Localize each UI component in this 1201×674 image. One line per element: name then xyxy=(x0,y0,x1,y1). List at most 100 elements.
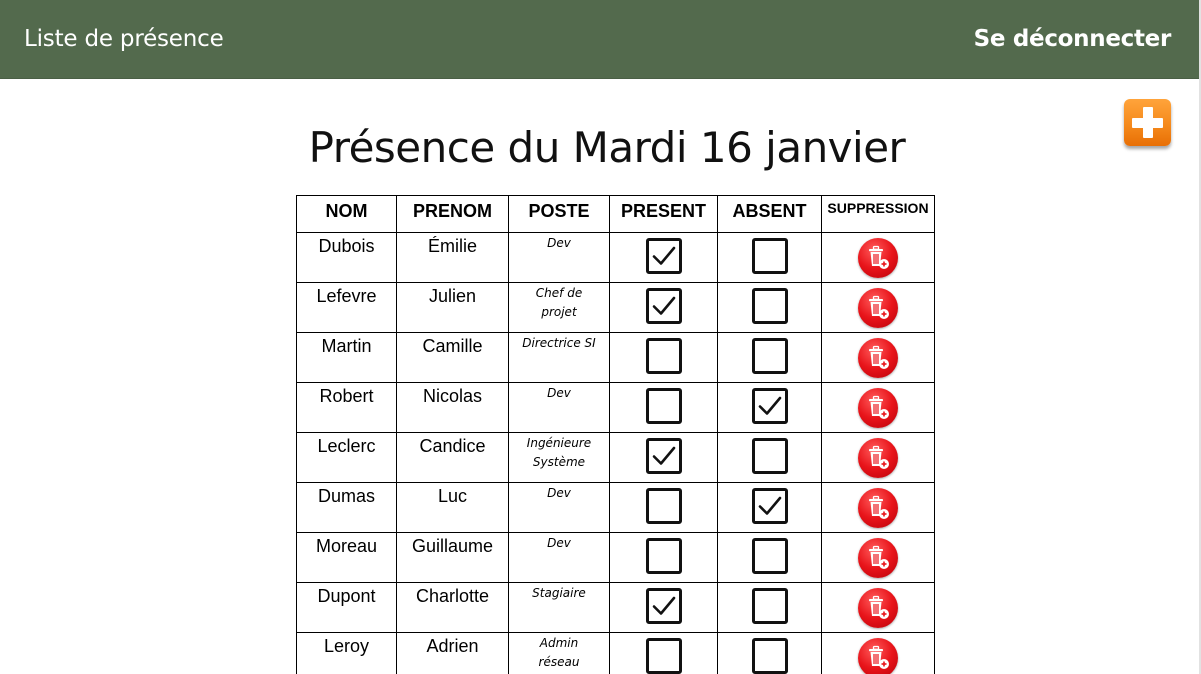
nom-text: Robert xyxy=(319,386,374,406)
cell-suppression xyxy=(821,332,935,383)
absent-checkbox[interactable] xyxy=(751,388,788,424)
cell-present xyxy=(609,582,718,633)
absent-checkbox[interactable] xyxy=(751,538,788,574)
delete-button[interactable] xyxy=(858,588,898,628)
cell-prenom: Candice xyxy=(396,432,509,483)
cell-nom: Robert xyxy=(296,382,397,433)
delete-button[interactable] xyxy=(858,638,898,674)
delete-button[interactable] xyxy=(858,338,898,378)
present-checkbox[interactable] xyxy=(645,338,682,374)
delete-button[interactable] xyxy=(858,438,898,478)
delete-button[interactable] xyxy=(858,538,898,578)
attendance-rows: Dubois Émilie Dev Lefevre Julien Chef de proje… xyxy=(296,232,935,674)
cell-prenom: Luc xyxy=(396,482,509,533)
present-checkbox[interactable] xyxy=(645,538,682,574)
present-checkbox[interactable] xyxy=(645,488,682,524)
cell-absent xyxy=(717,382,822,433)
nom-text: Leclerc xyxy=(317,436,376,456)
absent-checkbox[interactable] xyxy=(751,288,788,324)
table-row: Leclerc Candice Ingénieure Système xyxy=(296,432,935,483)
trash-icon xyxy=(869,295,889,319)
top-navbar: Liste de présence Se déconnecter xyxy=(0,0,1199,79)
cell-present xyxy=(609,332,718,383)
cell-nom: Dumas xyxy=(296,482,397,533)
cell-suppression xyxy=(821,632,935,674)
absent-checkbox[interactable] xyxy=(751,438,788,474)
checkmark-icon xyxy=(758,496,781,515)
nom-text: Moreau xyxy=(315,536,378,556)
poste-text: Stagiaire xyxy=(532,586,586,600)
cell-poste: Dev xyxy=(508,482,610,533)
trash-icon xyxy=(869,645,889,669)
absent-checkbox[interactable] xyxy=(751,588,788,624)
cell-poste: Directrice SI xyxy=(508,332,610,383)
prenom-text: Émilie xyxy=(427,236,477,256)
delete-button[interactable] xyxy=(858,388,898,428)
cell-nom: Leroy xyxy=(296,632,397,674)
present-checkbox[interactable] xyxy=(645,238,682,274)
cell-present xyxy=(609,432,718,483)
cell-suppression xyxy=(821,382,935,433)
cell-prenom: Charlotte xyxy=(396,582,509,633)
present-checkbox[interactable] xyxy=(645,438,682,474)
cell-present xyxy=(609,282,718,333)
trash-icon xyxy=(869,595,889,619)
cell-prenom: Adrien xyxy=(396,632,509,674)
delete-button[interactable] xyxy=(858,488,898,528)
table-row: Dupont Charlotte Stagiaire xyxy=(296,582,935,633)
cell-absent xyxy=(717,332,822,383)
column-header-poste: POSTE xyxy=(508,195,610,233)
absent-checkbox[interactable] xyxy=(751,488,788,524)
table-row: Leroy Adrien Admin réseau xyxy=(296,632,935,674)
poste-text: Chef de xyxy=(535,286,583,300)
checkmark-icon xyxy=(652,296,675,315)
nom-text: Dupont xyxy=(317,586,376,606)
checkmark-icon xyxy=(652,446,675,465)
attendance-table: NOM PRENOM POSTE PRESENT ABSENT SUPPRESS… xyxy=(296,195,935,674)
cell-suppression xyxy=(821,232,935,283)
cell-nom: Dubois xyxy=(296,232,397,283)
cell-suppression xyxy=(821,432,935,483)
poste-text: Ingénieure xyxy=(526,436,592,450)
cell-absent xyxy=(717,432,822,483)
delete-button[interactable] xyxy=(858,288,898,328)
present-checkbox[interactable] xyxy=(645,388,682,424)
checkmark-icon xyxy=(758,396,781,415)
cell-nom: Leclerc xyxy=(296,432,397,483)
cell-absent xyxy=(717,632,822,674)
poste-text: Dev xyxy=(547,486,571,500)
table-row: Lefevre Julien Chef de projet xyxy=(296,282,935,333)
absent-checkbox[interactable] xyxy=(751,638,788,674)
absent-checkbox[interactable] xyxy=(751,238,788,274)
absent-checkbox[interactable] xyxy=(751,338,788,374)
cell-suppression xyxy=(821,582,935,633)
table-row: Dumas Luc Dev xyxy=(296,482,935,533)
trash-icon xyxy=(869,545,889,569)
cell-absent xyxy=(717,482,822,533)
prenom-text: Camille xyxy=(422,336,483,356)
cell-suppression xyxy=(821,282,935,333)
trash-icon xyxy=(869,395,889,419)
cell-prenom: Nicolas xyxy=(396,382,509,433)
present-checkbox[interactable] xyxy=(645,288,682,324)
nom-text: Dumas xyxy=(317,486,375,506)
cell-suppression xyxy=(821,482,935,533)
prenom-text: Julien xyxy=(428,286,477,306)
column-header-absent: ABSENT xyxy=(717,195,822,233)
poste-text: Dev xyxy=(547,536,571,550)
prenom-text: Adrien xyxy=(426,636,479,656)
cell-nom: Martin xyxy=(296,332,397,383)
present-checkbox[interactable] xyxy=(645,638,682,674)
trash-icon xyxy=(869,495,889,519)
checkmark-icon xyxy=(652,246,675,265)
prenom-text: Charlotte xyxy=(415,586,490,606)
cell-prenom: Camille xyxy=(396,332,509,383)
delete-button[interactable] xyxy=(858,238,898,278)
present-checkbox[interactable] xyxy=(645,588,682,624)
cell-absent xyxy=(717,232,822,283)
logout-link[interactable]: Se déconnecter xyxy=(974,24,1172,54)
column-header-suppression: SUPPRESSION xyxy=(821,195,935,233)
prenom-text: Candice xyxy=(419,436,486,456)
column-header-present: PRESENT xyxy=(609,195,718,233)
cell-nom: Moreau xyxy=(296,532,397,583)
